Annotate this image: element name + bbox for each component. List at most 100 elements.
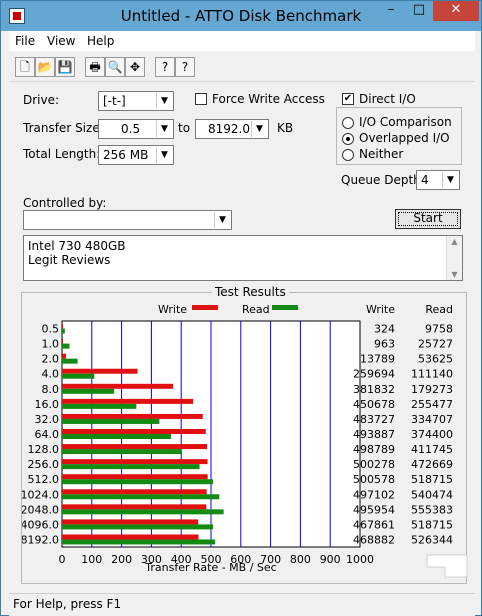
scroll-down-icon[interactable]: ▼ [447, 270, 462, 279]
neither-radio[interactable] [342, 149, 354, 161]
x-tick-label: 1000 [346, 553, 374, 566]
y-tick-label: 2.0 [42, 353, 60, 366]
write-bar [62, 383, 174, 389]
controlled-by-select[interactable]: ▼ [23, 210, 232, 230]
title-bar[interactable]: Untitled - ATTO Disk Benchmark – □ ✕ [1, 1, 481, 31]
write-value: 467861 [353, 518, 395, 531]
io-comparison-radio[interactable] [342, 117, 354, 129]
menu-view[interactable]: View [47, 34, 75, 48]
maximize-button[interactable]: □ [405, 1, 433, 21]
read-value: 526344 [411, 533, 453, 546]
read-bar [62, 343, 70, 349]
description-textarea[interactable]: Intel 730 480GB Legit Reviews ▲ ▼ [23, 235, 463, 281]
drive-label: Drive: [23, 93, 60, 107]
y-tick-label: 64.0 [35, 428, 60, 441]
menu-help[interactable]: Help [87, 34, 114, 48]
read-bar [62, 418, 160, 424]
write-value: 483727 [353, 413, 395, 426]
chevron-down-icon[interactable]: ▼ [156, 147, 172, 163]
transfer-size-from-select[interactable]: 0.5 ▼ [98, 119, 174, 139]
print-preview-icon[interactable]: 🔍 [105, 57, 125, 77]
transfer-size-label: Transfer Size: [23, 121, 104, 135]
read-value: 411745 [411, 443, 453, 456]
force-write-checkbox[interactable] [195, 93, 207, 105]
read-bar [62, 524, 213, 530]
drive-select[interactable]: [-t-] ▼ [98, 91, 174, 111]
help-icon[interactable]: ? [155, 57, 175, 77]
write-value: 963 [374, 338, 395, 351]
description-line-1: Intel 730 480GB [28, 239, 126, 253]
read-bar [62, 388, 115, 394]
context-help-icon[interactable]: ? [175, 57, 195, 77]
y-tick-label: 16.0 [35, 398, 60, 411]
minimize-button[interactable]: – [377, 1, 405, 21]
y-tick-label: 8192.0 [22, 533, 59, 546]
read-value: 472669 [411, 458, 453, 471]
kb-label: KB [277, 121, 294, 135]
read-value: 518715 [411, 518, 453, 531]
read-bar [62, 479, 213, 485]
queue-depth-select[interactable]: 4 ▼ [416, 170, 460, 190]
save-icon[interactable]: 💾 [55, 57, 75, 77]
menu-bar: File View Help [9, 31, 475, 51]
chevron-down-icon[interactable]: ▼ [442, 172, 458, 188]
chevron-down-icon[interactable]: ▼ [251, 121, 267, 137]
open-folder-icon[interactable]: 📂 [35, 57, 55, 77]
queue-depth-label: Queue Depth: [341, 173, 425, 187]
read-bar [62, 464, 200, 470]
read-value: 555383 [411, 503, 453, 516]
new-document-icon[interactable]: 🗋 [15, 57, 35, 77]
vertical-scrollbar[interactable]: ▲ ▼ [446, 236, 462, 280]
menu-file[interactable]: File [15, 34, 35, 48]
neither-label: Neither [359, 147, 404, 161]
write-value: 493887 [353, 428, 395, 441]
write-bar [62, 338, 63, 344]
write-bar [62, 353, 67, 359]
scroll-up-icon[interactable]: ▲ [447, 237, 462, 246]
legend-read-label: Read [242, 303, 270, 316]
direct-io-label: Direct I/O [359, 92, 416, 106]
write-bar [62, 534, 199, 540]
write-value: 495954 [353, 503, 395, 516]
read-value: 255477 [411, 398, 453, 411]
read-value: 25727 [418, 338, 453, 351]
start-button[interactable]: Start [395, 209, 461, 229]
read-bar [62, 358, 78, 364]
chevron-down-icon[interactable]: ▼ [214, 212, 230, 228]
y-tick-label: 4096.0 [22, 518, 59, 531]
overlapped-io-radio[interactable] [342, 133, 354, 145]
read-column-header: Read [425, 303, 453, 316]
read-bar [62, 494, 220, 500]
y-tick-label: 1.0 [42, 338, 60, 351]
write-bar [62, 504, 207, 510]
write-bar [62, 519, 199, 525]
total-length-select[interactable]: 256 MB ▼ [98, 145, 174, 165]
write-value: 468882 [353, 533, 395, 546]
x-tick-label: 800 [290, 553, 311, 566]
controlled-by-label: Controlled by: [23, 196, 107, 210]
x-tick-label: 100 [81, 553, 102, 566]
chevron-down-icon[interactable]: ▼ [156, 121, 172, 137]
transfer-size-from-value: 0.5 [121, 122, 141, 136]
read-bar [62, 328, 65, 334]
write-value: 500578 [353, 473, 395, 486]
close-button[interactable]: ✕ [433, 1, 479, 21]
total-length-label: Total Length: [23, 147, 101, 161]
queue-depth-value: 4 [421, 173, 429, 187]
direct-io-checkbox[interactable]: ✔ [342, 93, 354, 105]
test-results-group: Test Results Write Read Write Read 0 100 2… [21, 285, 467, 584]
y-tick-label: 512.0 [28, 473, 60, 486]
write-bar [62, 459, 208, 465]
toolbar: 🗋 📂 💾 🖶 🔍 ✥ ? ? [9, 53, 475, 82]
y-tick-label: 0.5 [42, 323, 60, 336]
write-bar [62, 444, 208, 450]
move-icon[interactable]: ✥ [125, 57, 145, 77]
main-panel: Drive: [-t-] ▼ Force Write Access Transf… [9, 83, 475, 591]
print-icon[interactable]: 🖶 [85, 57, 105, 77]
transfer-size-to-select[interactable]: 8192.0 ▼ [195, 119, 269, 139]
chevron-down-icon[interactable]: ▼ [156, 93, 172, 109]
force-write-label: Force Write Access [212, 92, 325, 106]
status-bar: For Help, press F1 [9, 593, 475, 616]
overlapped-io-label: Overlapped I/O [359, 131, 450, 145]
write-value: 381832 [353, 383, 395, 396]
